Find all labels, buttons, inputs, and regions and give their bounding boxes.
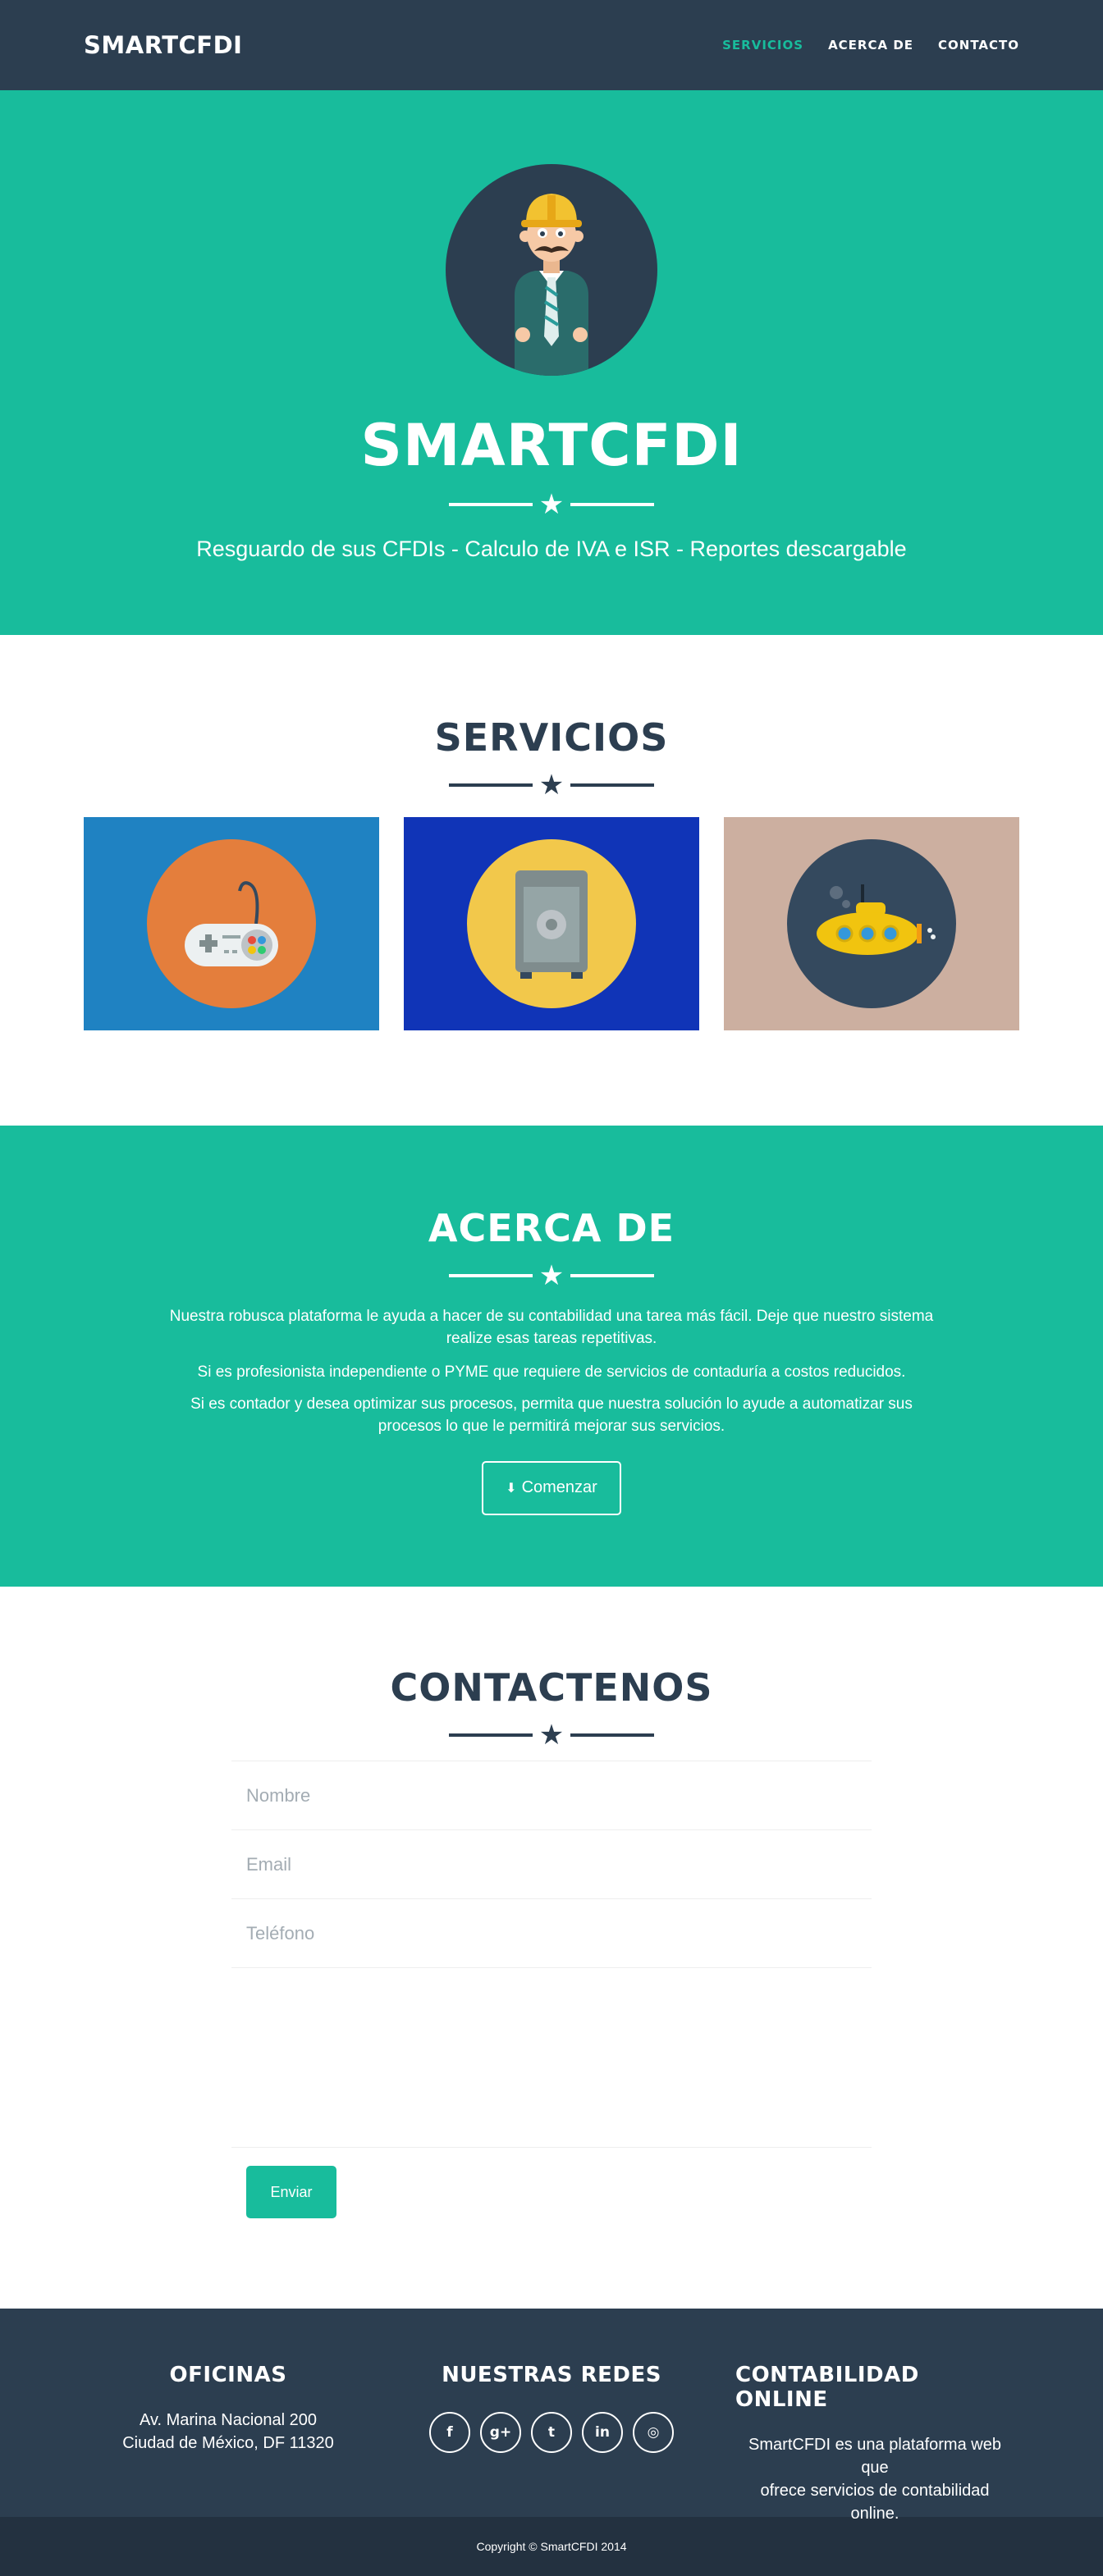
profile-avatar <box>446 164 657 376</box>
submarine-icon <box>817 884 936 955</box>
divider-line <box>570 503 655 506</box>
game-controller-icon <box>185 881 278 966</box>
online-text-line-1: SmartCFDI es una plataforma web que <box>748 2436 1001 2477</box>
servicios-section: SERVICIOS ★ <box>0 635 1103 1126</box>
divider-line <box>570 1274 655 1277</box>
google-plus-icon[interactable]: g+ <box>480 2412 521 2453</box>
acerca-section: ACERCA DE ★ Nuestra robusca plataforma l… <box>0 1126 1103 1587</box>
email-field[interactable]: Email <box>231 1829 872 1898</box>
comenzar-button[interactable]: ⬇ Comenzar <box>482 1460 621 1515</box>
brand-logo[interactable]: SMARTCFDI <box>84 31 242 59</box>
offices-address: Av. Marina Nacional 200 Ciudad de México… <box>122 2409 334 2455</box>
businessman-illustration <box>515 194 588 376</box>
contact-title: CONTACTENOS <box>390 1665 713 1710</box>
footer-offices: OFICINAS Av. Marina Nacional 200 Ciudad … <box>89 2363 368 2517</box>
offices-title: OFICINAS <box>169 2363 287 2387</box>
name-field[interactable]: Nombre <box>231 1761 872 1829</box>
servicios-title: SERVICIOS <box>434 715 669 760</box>
footer-social: NUESTRAS REDES f g+ t in ◎ <box>412 2363 691 2517</box>
nav-links: SERVICIOS ACERCA DE CONTACTO <box>722 38 1019 53</box>
card-circle <box>467 839 636 1008</box>
card-circle <box>787 839 956 1008</box>
hero-subtitle: Resguardo de sus CFDIs - Calculo de IVA … <box>196 537 907 561</box>
facebook-icon[interactable]: f <box>429 2412 470 2453</box>
divider-line <box>448 1733 533 1737</box>
star-icon: ★ <box>538 769 565 802</box>
divider-line <box>448 1274 533 1277</box>
nav-link-acerca[interactable]: ACERCA DE <box>828 38 913 53</box>
service-card-safe[interactable] <box>404 817 699 1030</box>
copyright-bar: Copyright © SmartCFDI 2014 <box>0 2517 1103 2576</box>
service-card-submarine[interactable] <box>724 817 1019 1030</box>
phone-field[interactable]: Teléfono <box>231 1898 872 1967</box>
service-cards <box>84 817 1019 1030</box>
social-links: f g+ t in ◎ <box>429 2412 674 2453</box>
acerca-title: ACERCA DE <box>428 1206 675 1250</box>
star-divider: ★ <box>448 769 655 802</box>
address-line-2: Ciudad de México, DF 11320 <box>122 2434 334 2452</box>
online-text: SmartCFDI es una plataforma web que ofre… <box>735 2433 1014 2525</box>
star-icon: ★ <box>538 488 565 521</box>
send-button[interactable]: Enviar <box>246 2166 336 2218</box>
divider-line <box>570 1733 655 1737</box>
safe-icon <box>515 870 588 979</box>
divider-line <box>448 503 533 506</box>
dribbble-icon[interactable]: ◎ <box>633 2412 674 2453</box>
service-card-controller[interactable] <box>84 817 379 1030</box>
acerca-paragraph-1: Nuestra robusca plataforma le ayuda a ha… <box>169 1308 934 1347</box>
nav-link-servicios[interactable]: SERVICIOS <box>722 38 803 53</box>
nav-link-contacto[interactable]: CONTACTO <box>938 38 1019 53</box>
star-icon: ★ <box>538 1259 565 1292</box>
acerca-paragraph-2: Si es profesionista independiente o PYME… <box>197 1363 906 1381</box>
contact-form: Nombre Email Teléfono Enviar <box>231 1761 872 2218</box>
message-textarea[interactable] <box>231 1967 872 2148</box>
twitter-icon[interactable]: t <box>531 2412 572 2453</box>
contact-section: CONTACTENOS ★ Nombre Email Teléfono Envi… <box>0 1587 1103 2309</box>
linkedin-icon[interactable]: in <box>582 2412 623 2453</box>
online-title: CONTABILIDAD ONLINE <box>735 2363 919 2412</box>
acerca-paragraph-3: Si es contador y desea optimizar sus pro… <box>190 1395 913 1435</box>
divider-line <box>570 783 655 787</box>
online-text-line-2: ofrece servicios de contabilidad online. <box>760 2482 990 2523</box>
download-icon: ⬇ <box>506 1481 517 1496</box>
card-circle <box>147 839 316 1008</box>
footer: OFICINAS Av. Marina Nacional 200 Ciudad … <box>0 2309 1103 2523</box>
hero-section: SMARTCFDI ★ Resguardo de sus CFDIs - Cal… <box>0 90 1103 635</box>
navbar: SMARTCFDI SERVICIOS ACERCA DE CONTACTO <box>0 0 1103 90</box>
social-title: NUESTRAS REDES <box>442 2363 661 2387</box>
comenzar-label: Comenzar <box>521 1478 597 1497</box>
star-divider: ★ <box>448 1719 655 1752</box>
star-divider: ★ <box>448 488 655 521</box>
hero-title: SMARTCFDI <box>360 412 743 479</box>
divider-line <box>448 783 533 787</box>
address-line-1: Av. Marina Nacional 200 <box>139 2411 318 2429</box>
star-divider: ★ <box>448 1259 655 1292</box>
star-icon: ★ <box>538 1719 565 1752</box>
footer-online: CONTABILIDAD ONLINE SmartCFDI es una pla… <box>735 2363 1014 2523</box>
